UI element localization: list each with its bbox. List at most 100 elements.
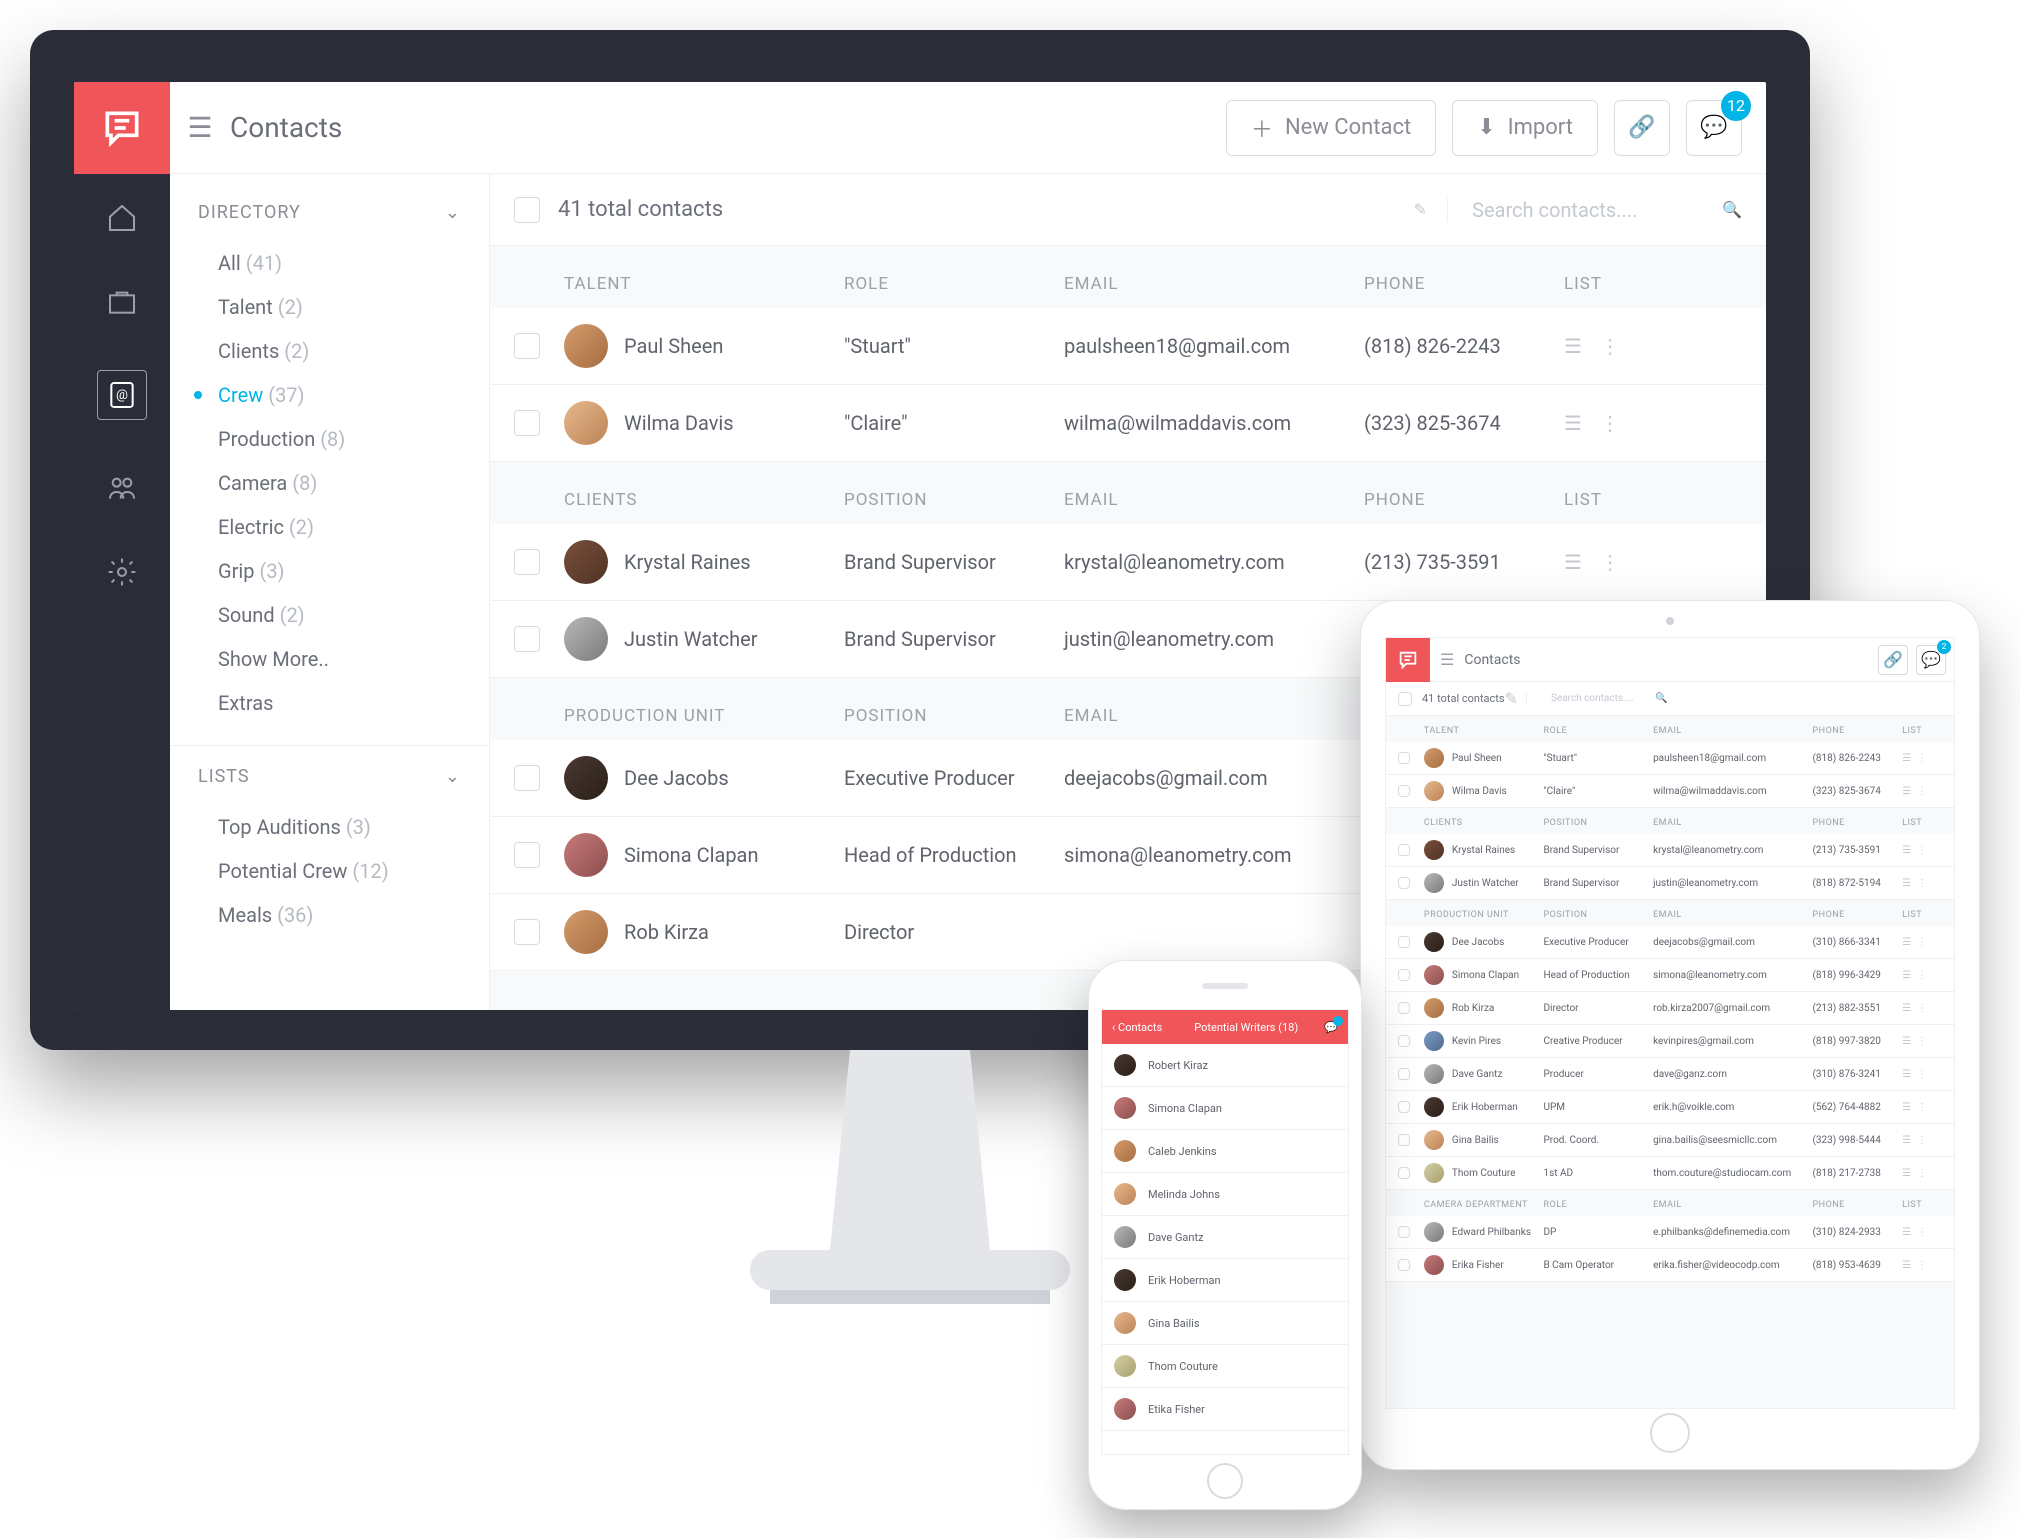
tablet-link-button[interactable]: 🔗 [1878,645,1908,675]
row-checkbox[interactable] [514,410,540,436]
tablet-contact-row[interactable]: Justin WatcherBrand Supervisorjustin@lea… [1386,867,1954,900]
phone-contact-row[interactable]: Thom Couture [1102,1345,1348,1388]
tablet-row-checkbox[interactable] [1398,1035,1410,1047]
tablet-row-checkbox[interactable] [1398,844,1410,856]
more-icon[interactable]: ⋮ [1917,937,1927,948]
row-checkbox[interactable] [514,842,540,868]
messages-button[interactable]: 💬 12 [1686,100,1742,156]
phone-contact-row[interactable]: Caleb Jenkins [1102,1130,1348,1173]
edit-icon[interactable]: ✎ [1414,200,1427,219]
sidebar-subitem-grip[interactable]: Grip (3) [198,549,461,593]
phone-back-button[interactable]: ‹ Contacts [1112,1021,1162,1034]
contact-row[interactable]: Paul Sheen"Stuart"paulsheen18@gmail.com(… [490,308,1766,385]
row-checkbox[interactable] [514,549,540,575]
tablet-search-input[interactable] [1551,693,1651,704]
list-icon[interactable]: ☰ [1902,970,1911,981]
tablet-row-checkbox[interactable] [1398,1101,1410,1113]
more-icon[interactable]: ⋮ [1600,334,1620,358]
more-icon[interactable]: ⋮ [1917,786,1927,797]
list-icon[interactable]: ☰ [1902,1102,1911,1113]
more-icon[interactable]: ⋮ [1917,1003,1927,1014]
nav-settings[interactable] [106,556,138,588]
tablet-hamburger-icon[interactable]: ☰ [1430,650,1464,669]
tablet-contact-row[interactable]: Paul Sheen"Stuart"paulsheen18@gmail.com(… [1386,742,1954,775]
phone-home-button[interactable] [1207,1463,1243,1499]
more-icon[interactable]: ⋮ [1917,1135,1927,1146]
tablet-row-checkbox[interactable] [1398,1259,1410,1271]
sidebar-list-top-auditions[interactable]: Top Auditions (3) [198,805,461,849]
sidebar-list-meals[interactable]: Meals (36) [198,893,461,937]
tablet-contact-row[interactable]: Wilma Davis"Claire"wilma@wilmaddavis.com… [1386,775,1954,808]
tablet-home-button[interactable] [1650,1413,1690,1453]
list-icon[interactable]: ☰ [1564,550,1582,574]
list-icon[interactable]: ☰ [1902,753,1911,764]
tablet-row-checkbox[interactable] [1398,752,1410,764]
brand-logo[interactable] [74,82,170,174]
tablet-row-checkbox[interactable] [1398,969,1410,981]
hamburger-menu-icon[interactable]: ☰ [170,111,230,144]
phone-contact-row[interactable]: Robert Kiraz [1102,1044,1348,1087]
contact-row[interactable]: Krystal RainesBrand Supervisorkrystal@le… [490,524,1766,601]
tablet-row-checkbox[interactable] [1398,1002,1410,1014]
sidebar-item-extras[interactable]: Extras [198,681,461,725]
nav-contacts[interactable]: @ [97,370,147,420]
list-icon[interactable]: ☰ [1902,1036,1911,1047]
more-icon[interactable]: ⋮ [1600,411,1620,435]
phone-messages-button[interactable]: 💬 [1324,1021,1338,1034]
phone-contact-row[interactable]: Erik Hoberman [1102,1259,1348,1302]
more-icon[interactable]: ⋮ [1917,845,1927,856]
more-icon[interactable]: ⋮ [1917,1227,1927,1238]
list-icon[interactable]: ☰ [1902,1260,1911,1271]
tablet-contact-row[interactable]: Erika FisherB Cam Operatorerika.fisher@v… [1386,1249,1954,1282]
tablet-select-all-checkbox[interactable] [1398,692,1412,706]
import-button[interactable]: ⬇ Import [1452,100,1598,156]
contact-row[interactable]: Wilma Davis"Claire"wilma@wilmaddavis.com… [490,385,1766,462]
tablet-brand-logo[interactable] [1386,638,1430,682]
list-icon[interactable]: ☰ [1564,411,1582,435]
sidebar-item-clients[interactable]: Clients (2) [198,329,461,373]
tablet-row-checkbox[interactable] [1398,1226,1410,1238]
row-checkbox[interactable] [514,626,540,652]
tablet-row-checkbox[interactable] [1398,1167,1410,1179]
select-all-checkbox[interactable] [514,197,540,223]
list-icon[interactable]: ☰ [1902,786,1911,797]
sidebar-subitem-show-more-[interactable]: Show More.. [198,637,461,681]
sidebar-subitem-camera[interactable]: Camera (8) [198,461,461,505]
tablet-messages-button[interactable]: 💬2 [1916,645,1946,675]
nav-home[interactable] [106,202,138,234]
sidebar-directory-header[interactable]: DIRECTORY ⌄ [198,202,461,223]
tablet-row-checkbox[interactable] [1398,785,1410,797]
sidebar-subitem-sound[interactable]: Sound (2) [198,593,461,637]
list-icon[interactable]: ☰ [1902,845,1911,856]
list-icon[interactable]: ☰ [1902,937,1911,948]
tablet-row-checkbox[interactable] [1398,936,1410,948]
tablet-contact-row[interactable]: Rob KirzaDirectorrob.kirza2007@gmail.com… [1386,992,1954,1025]
phone-contact-row[interactable]: Simona Clapan [1102,1087,1348,1130]
more-icon[interactable]: ⋮ [1917,970,1927,981]
phone-contact-row[interactable]: Etika Fisher [1102,1388,1348,1431]
tablet-contact-row[interactable]: Edward PhilbanksDPe.philbanks@definemedi… [1386,1216,1954,1249]
list-icon[interactable]: ☰ [1902,1227,1911,1238]
list-icon[interactable]: ☰ [1902,1069,1911,1080]
list-icon[interactable]: ☰ [1902,1135,1911,1146]
more-icon[interactable]: ⋮ [1917,1102,1927,1113]
sidebar-item-all[interactable]: All (41) [198,241,461,285]
sidebar-lists-header[interactable]: LISTS ⌄ [198,766,461,787]
more-icon[interactable]: ⋮ [1917,1069,1927,1080]
search-icon[interactable]: 🔍 [1722,200,1742,219]
sidebar-list-potential-crew[interactable]: Potential Crew (12) [198,849,461,893]
tablet-contact-row[interactable]: Thom Couture1st ADthom.couture@studiocam… [1386,1157,1954,1190]
tablet-row-checkbox[interactable] [1398,1068,1410,1080]
search-input[interactable] [1472,198,1712,222]
tablet-search-icon[interactable]: 🔍 [1655,693,1667,704]
list-icon[interactable]: ☰ [1902,1003,1911,1014]
phone-contact-row[interactable]: Gina Bailis [1102,1302,1348,1345]
row-checkbox[interactable] [514,765,540,791]
tablet-row-checkbox[interactable] [1398,877,1410,889]
more-icon[interactable]: ⋮ [1917,753,1927,764]
more-icon[interactable]: ⋮ [1600,550,1620,574]
more-icon[interactable]: ⋮ [1917,1168,1927,1179]
phone-contact-row[interactable]: Dave Gantz [1102,1216,1348,1259]
tablet-contact-row[interactable]: Krystal RainesBrand Supervisorkrystal@le… [1386,834,1954,867]
nav-team[interactable] [106,472,138,504]
